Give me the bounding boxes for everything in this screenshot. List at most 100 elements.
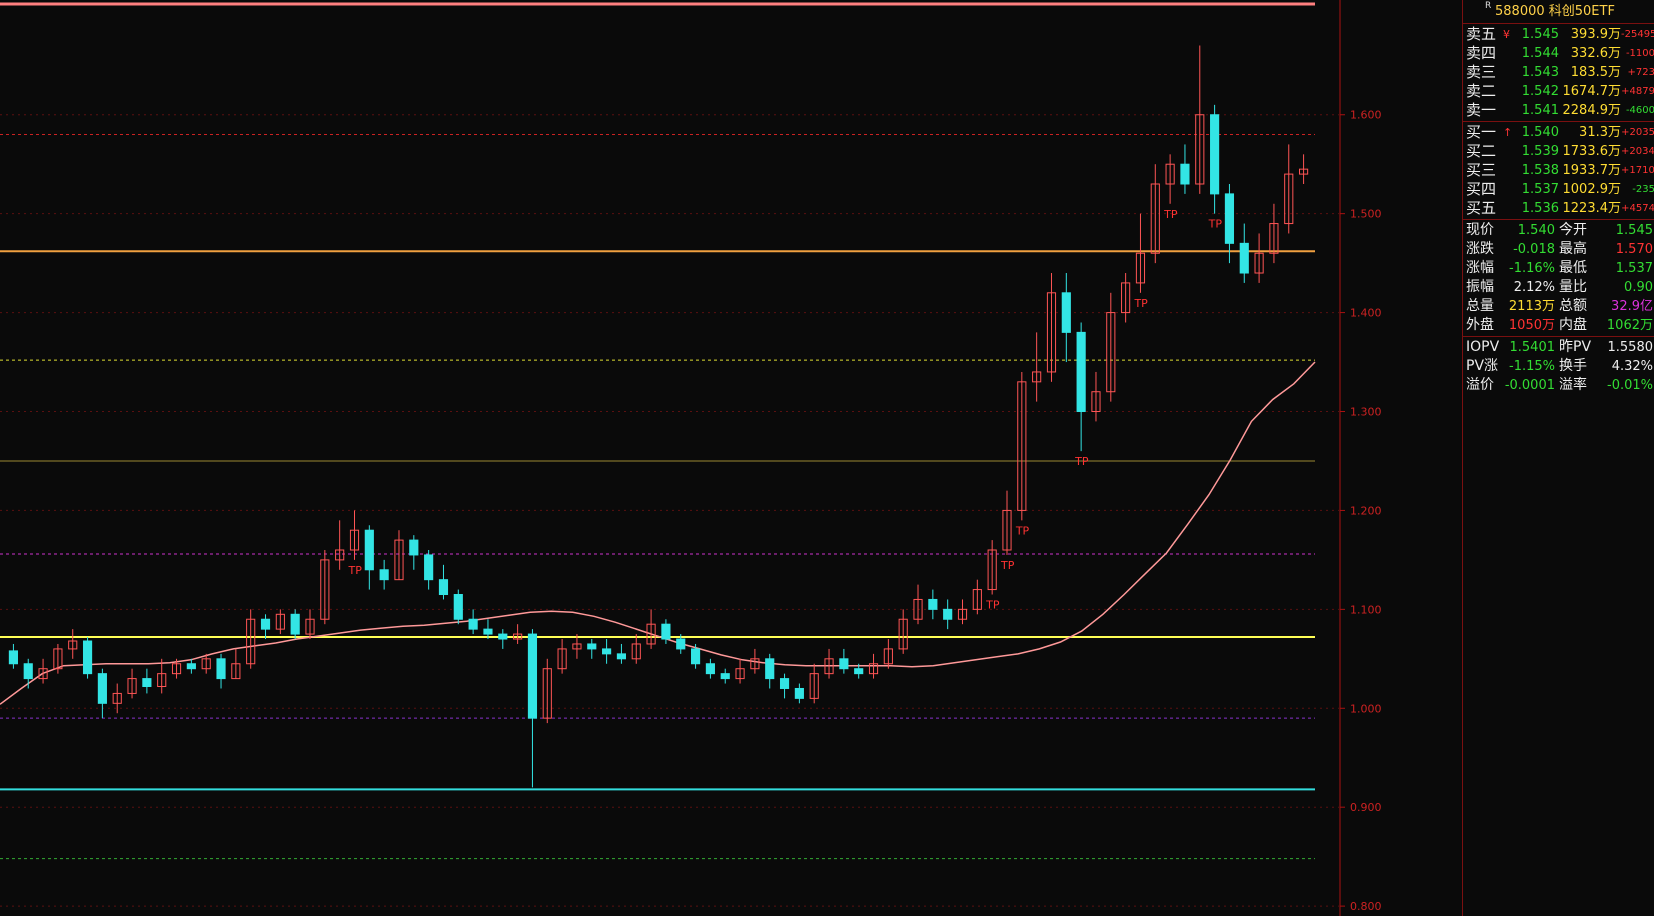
candle-body [839,658,849,670]
candle-body [260,618,271,630]
level-label: 卖四 [1466,44,1497,62]
level-label: 卖五 [1466,25,1497,43]
quote-row: 总量 2113万 总额 32.9亿 [1463,297,1654,316]
candle-body [527,633,538,719]
quote-panel: R 588000 科创50ETF 卖五 ¥1.545 393.9万 -25495 卖四 1… [1462,0,1654,916]
quote-value: 0.90 [1624,280,1653,295]
quote-label: 溢率 [1559,377,1587,393]
level-volume: 1002.9万 [1562,182,1622,197]
quote-row: 现价 1.540 今开 1.545 [1463,221,1654,240]
divider [1463,23,1654,24]
candle-body [661,623,671,640]
security-code-name: 588000 科创50ETF [1495,4,1615,19]
quote-label: 内盘 [1559,317,1587,333]
bid-row[interactable]: 买四 1.537 1002.9万 -235 [1463,180,1654,199]
quote-row: 涨幅 -1.16% 最低 1.537 [1463,259,1654,278]
quote-row: PV涨 -1.15% 换手 4.32% [1463,357,1654,376]
bid-row[interactable]: 买五 1.536 1223.4万 +4574 [1463,199,1654,218]
level-change: -25495 [1621,29,1654,40]
candle-body [616,653,627,660]
quote-value: -0.01% [1607,378,1653,393]
quote-row: 涨跌 -0.018 最高 1.570 [1463,240,1654,259]
quote-value: 1.540 [1517,223,1555,238]
bid-row[interactable]: 买一 ↑ 1.540 31.3万 +2035 [1463,123,1654,142]
quote-value: 1.570 [1615,242,1653,257]
quote-row: IOPV 1.5401 昨PV 1.5580 [1463,338,1654,357]
candle-body [1076,331,1086,413]
candle-body [453,594,463,620]
quote-value: -0.018 [1513,242,1555,257]
level-marker: ↑ [1503,126,1513,139]
level-change: +4879 [1621,86,1654,97]
quote-value: 2.12% [1513,280,1555,295]
level-label: 买二 [1466,142,1497,160]
level-change: -1100 [1625,48,1654,59]
level-label: 买一 [1466,123,1497,141]
candle-body [142,678,152,688]
ask-row[interactable]: 卖三 1.543 183.5万 +723 [1463,63,1654,82]
level-price: 1.537 [1521,182,1559,197]
tick-label: 1.600 [1350,109,1382,122]
bid-row[interactable]: 买三 1.5381933.7万+17107 [1463,161,1654,180]
candle-body [602,648,612,655]
quote-value: 1.5580 [1607,340,1654,355]
level-volume: 393.9万 [1570,27,1621,42]
candlestick-chart[interactable]: 1.600 1.500 1.400 1.300 1.200 1.100 1.000 0.900… [0,0,1411,916]
ask-row[interactable]: 卖四 1.544 332.6万 -1100 [1463,44,1654,63]
quote-label: 换手 [1559,358,1587,374]
ask-row[interactable]: 卖二 1.542 1674.7万 +4879 [1463,82,1654,101]
candle-body [186,663,196,670]
tick-label: 1.200 [1350,504,1382,517]
candle-body [82,640,93,675]
quote-value: 32.9亿 [1611,299,1653,314]
ask-row[interactable]: 卖五 ¥1.545 393.9万 -25495 [1463,25,1654,44]
candle-body [409,539,419,556]
bid-levels: 买一 ↑ 1.540 31.3万+2035 买二 1.5391733.6万+20343 买三… [1463,123,1654,218]
tick-label: 1.100 [1350,603,1382,616]
tp-label: TP [1074,455,1089,468]
candle-body [794,687,804,699]
quote-label: 最低 [1559,260,1587,276]
quote-label: 总量 [1466,298,1494,314]
level-change: -235 [1632,184,1654,195]
candle-body [424,554,434,581]
quote-label: 现价 [1466,222,1494,238]
quote-row: 振幅 2.12% 量比 0.90 [1463,278,1654,297]
ask-row[interactable]: 卖一 1.541 2284.9万 -4600 [1463,101,1654,120]
candle-body [720,673,730,680]
level-price: 1.539 [1521,144,1559,159]
ask-levels: 卖五 ¥1.545 393.9万 -25495 卖四 1.544 332.6万 -1100 卖三… [1463,25,1654,120]
level-change: -4600 [1625,105,1654,116]
level-volume: 1223.4万 [1562,201,1622,216]
security-title: R 588000 科创50ETF [1463,0,1654,22]
chart-canvas[interactable]: 1.600 1.500 1.400 1.300 1.200 1.100 1.000 0.900… [0,0,1411,916]
divider [1463,336,1654,337]
candle-body [438,579,449,596]
quote-value: 1.545 [1615,223,1653,238]
quote-stats: 现价 1.540 今开 1.545 涨跌 -0.018 最高 1.570 涨幅 -1.16% 最低 1… [1463,221,1654,335]
level-volume: 332.6万 [1570,46,1621,61]
tick-label: 1.400 [1350,307,1382,320]
candle-body [468,618,478,630]
tick-label: 1.300 [1350,406,1382,419]
tick-label: 0.900 [1350,801,1382,814]
quote-value: -1.16% [1509,261,1555,276]
quote-label: 最高 [1559,241,1587,257]
candle-body [483,628,493,635]
level-label: 买五 [1466,199,1497,217]
quote-label: 振幅 [1466,279,1494,295]
level-volume: 1933.7万 [1562,163,1622,178]
candle-body [1224,193,1235,244]
candle-body [1210,114,1220,195]
iopv-stats: IOPV 1.5401 昨PV 1.5580 PV涨 -1.15% 换手 4.32% 溢价 -0.… [1463,338,1654,395]
tp-label: TP [985,599,1000,612]
bid-row[interactable]: 买二 1.5391733.6万+20343 [1463,142,1654,161]
candle-body [8,650,18,665]
candle-body [676,638,686,650]
quote-value: -1.15% [1509,359,1555,374]
level-marker: ¥ [1503,28,1510,41]
tp-label: TP [1133,297,1148,310]
level-label: 买三 [1466,161,1497,179]
quote-label: 溢价 [1466,377,1494,393]
candle-body [928,598,938,610]
